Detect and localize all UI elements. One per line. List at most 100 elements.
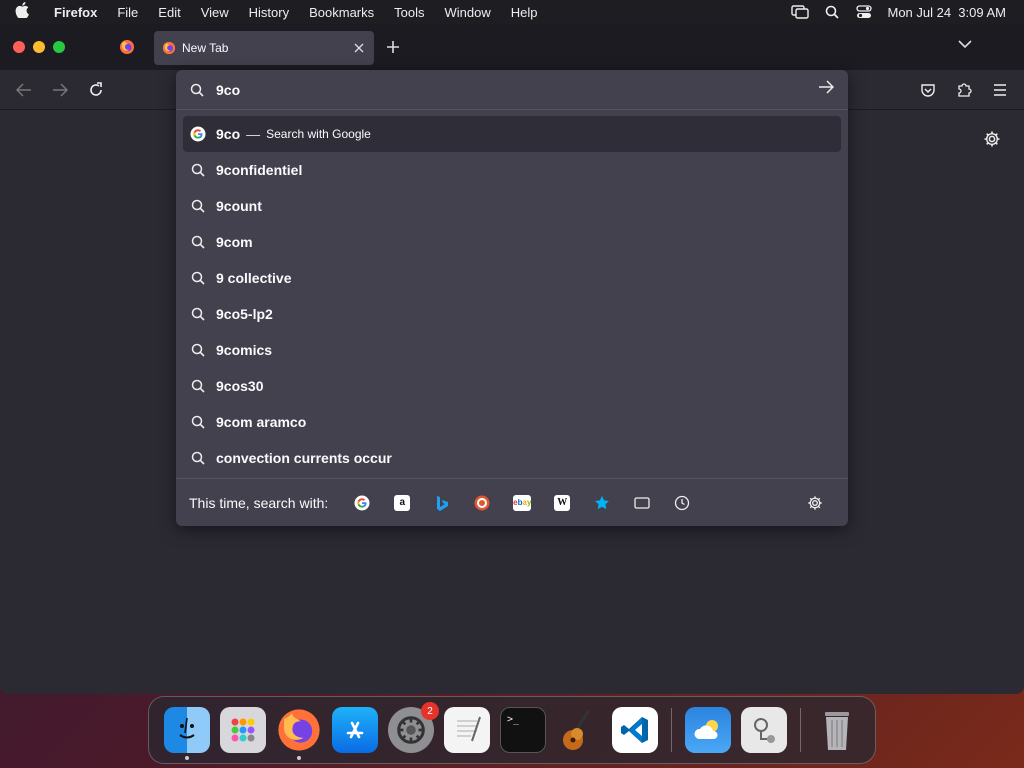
system-settings-icon[interactable]: 2 <box>388 702 439 753</box>
menu-history[interactable]: History <box>239 5 299 20</box>
suggestion-item[interactable]: convection currents occur <box>183 440 841 476</box>
close-window-button[interactable] <box>13 41 25 53</box>
window-controls <box>0 41 65 53</box>
garageband-icon[interactable] <box>556 707 602 753</box>
menu-bookmarks[interactable]: Bookmarks <box>299 5 384 20</box>
menu-tools[interactable]: Tools <box>384 5 434 20</box>
disk-utility-icon[interactable] <box>741 707 787 753</box>
extensions-button[interactable] <box>954 80 974 100</box>
suggestion-item[interactable]: 9cos30 <box>183 368 841 404</box>
terminal-icon[interactable]: >_ <box>500 707 546 753</box>
finder-icon[interactable] <box>164 707 210 760</box>
pocket-button[interactable] <box>918 80 938 100</box>
minimize-window-button[interactable] <box>33 41 45 53</box>
wikipedia-icon[interactable]: W <box>542 491 582 515</box>
history-icon[interactable] <box>662 491 702 515</box>
pinned-tab[interactable] <box>105 39 149 55</box>
amazon-icon[interactable]: a <box>382 491 422 515</box>
search-icon <box>190 83 204 97</box>
result-query: 9co <box>216 126 241 142</box>
control-center-icon[interactable] <box>855 5 873 19</box>
close-tab-icon[interactable] <box>354 40 364 56</box>
reload-button[interactable] <box>86 80 106 100</box>
tabs-icon[interactable] <box>622 491 662 515</box>
textedit-icon[interactable] <box>444 707 490 753</box>
google-icon[interactable] <box>342 491 382 515</box>
spotlight-search-icon[interactable] <box>823 5 841 19</box>
arrow-right-icon <box>819 80 835 94</box>
new-tab-button[interactable] <box>386 34 400 60</box>
suggestion-item[interactable]: 9confidentiel <box>183 152 841 188</box>
menu-view[interactable]: View <box>191 5 239 20</box>
tab-new-tab[interactable]: New Tab <box>154 31 374 65</box>
menu-edit[interactable]: Edit <box>148 5 190 20</box>
google-icon <box>190 126 206 142</box>
url-input[interactable]: 9co <box>176 70 848 110</box>
suggestion-item[interactable]: 9 collective <box>183 260 841 296</box>
menubar-clock[interactable]: Mon Jul 24 3:09 AM <box>887 5 1006 20</box>
ebay-icon[interactable]: ebay <box>502 491 542 515</box>
vscode-icon[interactable] <box>612 707 658 753</box>
dock: 2 >_ <box>148 696 876 764</box>
menu-bar: Firefox File Edit View History Bookmarks… <box>0 0 1024 24</box>
tab-bar: New Tab <box>0 24 1024 70</box>
app-store-icon[interactable] <box>332 707 378 753</box>
result-action: Search with Google <box>266 127 371 141</box>
one-off-search-bar: This time, search with: a ebay W <box>176 478 848 526</box>
suggestion-item[interactable]: 9comics <box>183 332 841 368</box>
screen-mirroring-icon[interactable] <box>791 5 810 19</box>
suggestion-item[interactable]: 9com <box>183 224 841 260</box>
running-indicator <box>297 756 301 760</box>
bookmarks-icon[interactable] <box>582 491 622 515</box>
search-icon <box>190 162 206 178</box>
suggestion-label: convection currents occur <box>216 450 392 466</box>
trash-icon[interactable] <box>814 707 860 753</box>
suggestion-label: 9com aramco <box>216 414 307 430</box>
search-icon <box>190 414 206 430</box>
suggestion-item[interactable]: 9com aramco <box>183 404 841 440</box>
gear-icon <box>984 131 1000 147</box>
firefox-icon[interactable] <box>276 707 322 760</box>
url-bar-popup: 9co 9co — Search with Google 9confidenti… <box>176 70 848 526</box>
suggestion-list: 9co — Search with Google 9confidentiel 9… <box>176 110 848 476</box>
weather-icon[interactable] <box>685 707 731 753</box>
plus-icon <box>387 41 399 53</box>
menu-file[interactable]: File <box>107 5 148 20</box>
bing-icon[interactable] <box>422 491 462 515</box>
arrow-left-icon <box>16 83 31 97</box>
search-with-google-result[interactable]: 9co — Search with Google <box>183 116 841 152</box>
suggestion-label: 9cos30 <box>216 378 264 394</box>
menu-window[interactable]: Window <box>435 5 501 20</box>
search-icon <box>190 234 206 250</box>
search-icon <box>190 270 206 286</box>
search-icon <box>190 450 206 466</box>
suggestion-label: 9com <box>216 234 253 250</box>
menu-help[interactable]: Help <box>501 5 548 20</box>
suggestion-label: 9count <box>216 198 262 214</box>
go-button[interactable] <box>818 80 835 99</box>
firefox-icon <box>120 40 134 54</box>
dock-separator <box>800 708 801 752</box>
menu-app-name[interactable]: Firefox <box>44 5 107 20</box>
launchpad-icon[interactable] <box>220 707 266 753</box>
zoom-window-button[interactable] <box>53 41 65 53</box>
firefox-icon <box>162 41 176 55</box>
duckduckgo-icon[interactable] <box>462 491 502 515</box>
puzzle-icon <box>958 83 972 97</box>
search-icon <box>190 198 206 214</box>
search-icon <box>190 306 206 322</box>
apple-menu-icon[interactable] <box>0 2 44 22</box>
forward-button[interactable] <box>50 80 70 100</box>
list-all-tabs-button[interactable] <box>958 36 972 54</box>
customize-new-tab-button[interactable] <box>983 130 1001 153</box>
app-menu-button[interactable] <box>990 80 1010 100</box>
suggestion-item[interactable]: 9count <box>183 188 841 224</box>
suggestion-item[interactable]: 9co5-lp2 <box>183 296 841 332</box>
suggestion-label: 9comics <box>216 342 273 358</box>
dock-separator <box>671 708 672 752</box>
search-icon <box>190 342 206 358</box>
reload-icon <box>90 82 102 96</box>
back-button[interactable] <box>14 80 34 100</box>
search-settings-button[interactable] <box>795 491 835 515</box>
url-input-value: 9co <box>216 81 241 98</box>
